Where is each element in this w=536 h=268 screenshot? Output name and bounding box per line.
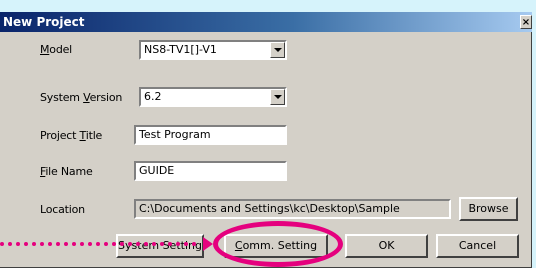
close-icon[interactable]: × [520,15,532,29]
cancel-button[interactable]: Cancel [436,234,519,258]
callout-arrow-icon [203,237,213,251]
system-version-select[interactable]: 6.2 [139,87,287,107]
model-label: Model [40,43,73,56]
project-title-input[interactable]: Test Program [134,125,287,145]
location-field: C:\Documents and Settings\kc\Desktop\Sam… [134,199,451,219]
location-label: Location [40,203,85,216]
chevron-down-icon[interactable] [270,42,285,58]
new-project-dialog: New Project × Model NS8-TV1[]-V1 System … [0,12,532,268]
system-version-value: 6.2 [144,90,162,103]
project-title-label: Project Title [40,129,103,142]
system-version-label: System Version [40,91,123,104]
comm-setting-button[interactable]: Comm. Setting [224,234,328,258]
dialog-titlebar: New Project × [0,12,532,32]
browse-button[interactable]: Browse [459,197,518,221]
dialog-title: New Project [3,15,85,29]
system-setting-button[interactable]: System Setting [116,234,204,258]
model-value: NS8-TV1[]-V1 [144,43,217,56]
chevron-down-icon[interactable] [270,89,285,105]
file-name-label: File Name [40,165,93,178]
model-select[interactable]: NS8-TV1[]-V1 [139,40,287,60]
ok-button[interactable]: OK [345,234,428,258]
file-name-input[interactable]: GUIDE [134,161,287,181]
